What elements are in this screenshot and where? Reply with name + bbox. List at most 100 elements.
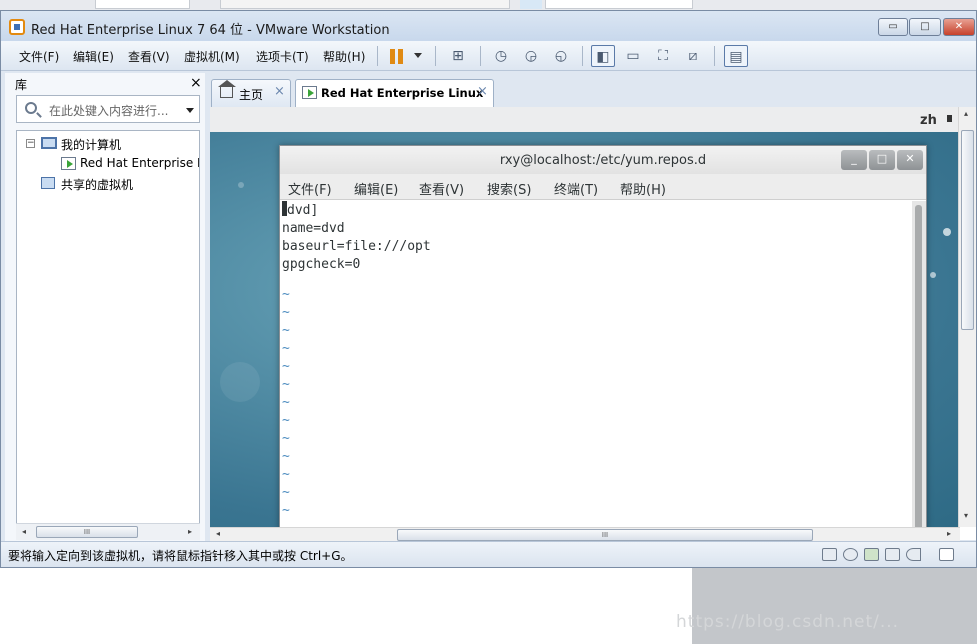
library-search[interactable]: 在此处键入内容进行... — [16, 95, 200, 123]
network-icon[interactable] — [864, 548, 879, 561]
scroll-right-icon[interactable]: ▸ — [188, 527, 192, 536]
minimize-button[interactable]: ▭ — [878, 18, 908, 36]
tab-vm[interactable]: Red Hat Enterprise Linux ... × — [295, 79, 494, 114]
vm-console[interactable]: zh rxy@localhost:/etc/yum.repos.d _ □ ✕ … — [210, 107, 976, 541]
tab-home[interactable]: 主页 × — [211, 79, 291, 107]
terminal-close-button[interactable]: ✕ — [897, 150, 923, 170]
menu-tabs[interactable]: 选项卡(T) — [256, 48, 309, 65]
vmware-app-icon — [9, 19, 25, 35]
vmware-window: Red Hat Enterprise Linux 7 64 位 - VMware… — [0, 10, 977, 568]
scroll-thumb[interactable] — [915, 205, 922, 535]
tree-item-shared-vms[interactable]: 共享的虚拟机 — [61, 176, 133, 193]
snapshot-icon[interactable]: ◷ — [489, 45, 513, 67]
scroll-left-icon[interactable]: ◂ — [22, 527, 26, 536]
scroll-down-icon[interactable]: ▾ — [964, 511, 968, 520]
empty-line-marker: ~ — [282, 431, 290, 446]
full-screen-icon[interactable]: ⛶ — [651, 45, 675, 67]
pause-icon[interactable] — [390, 49, 404, 64]
scroll-thumb[interactable]: III — [397, 529, 813, 541]
background-window-fragment — [545, 0, 693, 9]
library-horizontal-scrollbar[interactable]: ◂ III ▸ — [16, 523, 200, 540]
terminal-minimize-button[interactable]: _ — [841, 150, 867, 170]
search-icon — [25, 102, 37, 114]
terminal-title-bar[interactable]: rxy@localhost:/etc/yum.repos.d _ □ ✕ — [280, 146, 926, 174]
close-icon[interactable]: × — [477, 84, 488, 99]
terminal-text-area[interactable]: dvd] name=dvd baseurl=file:///opt gpgche… — [280, 201, 912, 531]
send-ctrl-alt-del-icon[interactable]: ⊞ — [446, 45, 470, 67]
library-title: 库 — [15, 78, 28, 92]
vm-running-icon — [61, 157, 76, 170]
guest-top-panel: zh — [210, 107, 960, 132]
tree-item-vm[interactable]: Red Hat Enterprise L — [80, 156, 199, 170]
empty-line-marker: ~ — [282, 341, 290, 356]
tab-label: 主页 — [239, 88, 264, 102]
terminal-menu-help[interactable]: 帮助(H) — [620, 179, 666, 198]
terminal-maximize-button[interactable]: □ — [869, 150, 895, 170]
cd-dvd-icon[interactable] — [843, 548, 858, 561]
revert-snapshot-icon[interactable]: ◶ — [519, 45, 543, 67]
message-icon[interactable] — [939, 548, 954, 561]
terminal-menu-edit[interactable]: 编辑(E) — [354, 179, 398, 198]
home-icon — [218, 80, 236, 98]
library-tree: − 我的计算机 Red Hat Enterprise L 共享的虚拟机 — [16, 130, 200, 532]
terminal-menu-search[interactable]: 搜索(S) — [487, 179, 531, 198]
chevron-down-icon[interactable] — [186, 108, 194, 113]
editor-line: name=dvd — [282, 221, 345, 236]
scroll-left-icon[interactable]: ◂ — [216, 529, 220, 538]
terminal-menu-file[interactable]: 文件(F) — [288, 179, 332, 198]
empty-line-marker: ~ — [282, 305, 290, 320]
status-bar: 要将输入定向到该虚拟机，请将鼠标指针移入其中或按 Ctrl+G。 — [1, 541, 976, 567]
scroll-right-icon[interactable]: ▸ — [947, 529, 951, 538]
toolbar-separator — [714, 46, 715, 66]
menu-vm[interactable]: 虚拟机(M) — [184, 48, 240, 65]
console-view-icon[interactable]: ◧ — [591, 45, 615, 67]
window-title: Red Hat Enterprise Linux 7 64 位 - VMware… — [31, 23, 390, 38]
menu-help[interactable]: 帮助(H) — [323, 48, 365, 65]
background-window-fragment — [95, 0, 190, 9]
editor-line: gpgcheck=0 — [282, 257, 361, 272]
unity-icon[interactable]: ⧄ — [681, 45, 705, 67]
computer-icon — [41, 137, 57, 149]
console-vertical-scrollbar[interactable]: ▴ ▾ — [958, 107, 976, 527]
collapse-icon[interactable]: − — [26, 139, 35, 148]
close-icon[interactable]: × — [274, 84, 285, 99]
printer-icon[interactable] — [885, 548, 900, 561]
hard-disk-icon[interactable] — [822, 548, 837, 561]
volume-icon[interactable] — [947, 115, 952, 122]
terminal-menu-view[interactable]: 查看(V) — [419, 179, 464, 198]
empty-line-marker: ~ — [282, 485, 290, 500]
maximize-button[interactable]: □ — [909, 18, 941, 36]
menu-edit[interactable]: 编辑(E) — [73, 48, 114, 65]
close-icon[interactable]: × — [190, 75, 202, 91]
tree-item-my-computer[interactable]: 我的计算机 — [61, 136, 121, 153]
snapshot-manager-icon[interactable]: ◵ — [549, 45, 573, 67]
menu-view[interactable]: 查看(V) — [128, 48, 170, 65]
scroll-thumb[interactable] — [961, 130, 974, 330]
console-horizontal-scrollbar[interactable]: ◂ III ▸ — [210, 527, 960, 541]
quick-switch-icon[interactable]: ▭ — [621, 45, 645, 67]
empty-line-marker: ~ — [282, 503, 290, 518]
chevron-down-icon[interactable] — [414, 53, 422, 58]
library-panel: 库 × 在此处键入内容进行... − 我的计算机 Red Hat Enterpr… — [5, 73, 205, 541]
close-button[interactable]: ✕ — [943, 18, 975, 36]
search-input[interactable]: 在此处键入内容进行... — [49, 102, 168, 119]
background-window-fragment — [520, 0, 542, 9]
thumbnail-icon[interactable]: ▤ — [724, 45, 748, 67]
title-bar[interactable]: Red Hat Enterprise Linux 7 64 位 - VMware… — [1, 11, 976, 41]
terminal-scrollbar[interactable] — [912, 201, 926, 535]
scroll-up-icon[interactable]: ▴ — [964, 109, 968, 118]
terminal-window[interactable]: rxy@localhost:/etc/yum.repos.d _ □ ✕ 文件(… — [279, 145, 927, 535]
input-method-indicator[interactable]: zh — [920, 113, 937, 128]
wallpaper-dot — [238, 182, 244, 188]
sound-icon[interactable] — [906, 548, 921, 561]
empty-line-marker: ~ — [282, 323, 290, 338]
watermark: https://blog.csdn.net/... — [676, 612, 900, 632]
empty-line-marker: ~ — [282, 395, 290, 410]
toolbar-separator — [582, 46, 583, 66]
empty-line-marker: ~ — [282, 287, 290, 302]
wallpaper-dot — [220, 362, 260, 402]
terminal-menu-terminal[interactable]: 终端(T) — [554, 179, 598, 198]
menu-file[interactable]: 文件(F) — [19, 48, 59, 65]
toolbar-separator — [480, 46, 481, 66]
scroll-thumb[interactable]: III — [36, 526, 138, 538]
